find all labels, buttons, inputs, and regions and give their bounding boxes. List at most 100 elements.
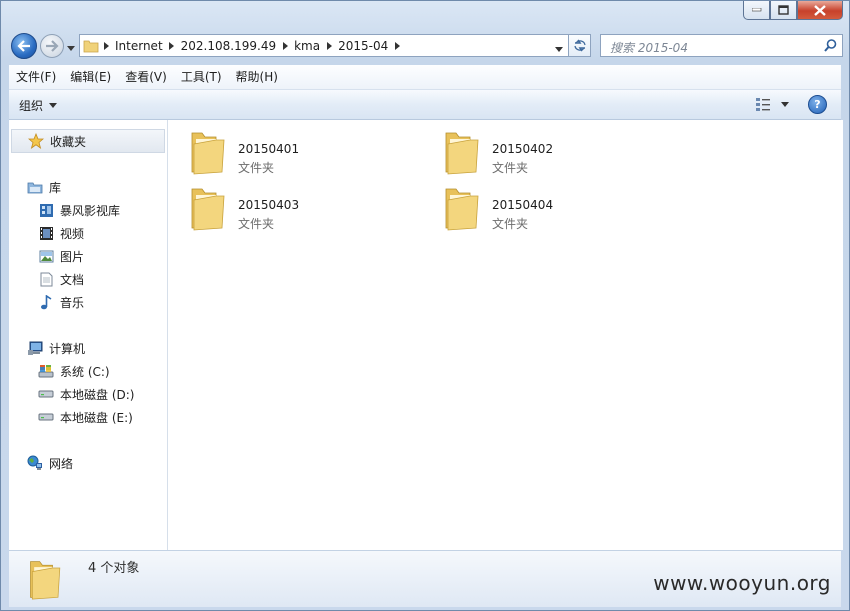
details-pane: 4 个对象 www.wooyun.org xyxy=(9,550,841,607)
explorer-window: Internet 202.108.199.49 kma 2015-04 搜索 2… xyxy=(0,0,850,611)
folder-type: 文件夹 xyxy=(492,161,529,175)
folder-type: 文件夹 xyxy=(238,217,275,231)
maximize-icon xyxy=(778,5,789,15)
nav-library-videos-label: 视频 xyxy=(60,226,85,241)
view-details-icon xyxy=(756,98,770,111)
folder-icon xyxy=(191,188,225,231)
breadcrumb-separator[interactable] xyxy=(99,41,113,50)
nav-favorites-label: 收藏夹 xyxy=(50,134,87,149)
breadcrumb-separator[interactable] xyxy=(322,41,336,50)
nav-library-documents[interactable]: 文档 xyxy=(38,269,84,289)
picture-icon xyxy=(38,248,54,264)
breadcrumb-separator[interactable] xyxy=(390,41,404,50)
chevron-right-icon xyxy=(326,41,332,50)
nav-library-baofeng[interactable]: 暴风影视库 xyxy=(38,200,120,220)
address-bar[interactable]: Internet 202.108.199.49 kma 2015-04 xyxy=(79,34,569,57)
minimize-button[interactable] xyxy=(743,1,770,20)
change-view-button[interactable] xyxy=(755,97,789,111)
network-icon xyxy=(27,455,43,471)
folder-icon xyxy=(191,132,225,175)
music-note-icon xyxy=(38,294,54,310)
nav-computer[interactable]: 计算机 xyxy=(27,338,85,358)
address-row: Internet 202.108.199.49 kma 2015-04 搜索 2… xyxy=(9,32,843,60)
item-count: 4 个对象 xyxy=(88,561,140,576)
nav-library-music[interactable]: 音乐 xyxy=(38,292,84,312)
folder-item[interactable]: 20150401 文件夹 xyxy=(186,128,426,180)
folder-type: 文件夹 xyxy=(492,217,529,231)
breadcrumb-kma[interactable]: kma xyxy=(292,35,322,56)
command-bar: 组织 ? xyxy=(9,90,841,120)
nav-drive-e[interactable]: 本地磁盘 (E:) xyxy=(38,407,133,427)
film-icon xyxy=(38,225,54,241)
folder-icon xyxy=(445,132,479,175)
watermark-text: www.wooyun.org xyxy=(653,571,831,595)
chevron-down-icon xyxy=(781,101,789,107)
folder-item[interactable]: 20150402 文件夹 xyxy=(440,128,680,180)
minimize-icon xyxy=(751,8,761,12)
menu-tools[interactable]: 工具(T) xyxy=(174,66,229,88)
refresh-button[interactable] xyxy=(569,34,591,57)
help-button[interactable]: ? xyxy=(808,95,827,114)
chevron-down-icon xyxy=(67,46,75,51)
search-box[interactable]: 搜索 2015-04 xyxy=(600,34,843,57)
folder-name: 20150404 xyxy=(492,198,554,212)
navigation-pane: 收藏夹 库 暴风影视库 视频 图片 文档 音乐 计算机 系统 (C:) 本地磁盘… xyxy=(9,120,168,550)
folder-item[interactable]: 20150403 文件夹 xyxy=(186,184,426,236)
system-drive-icon xyxy=(38,363,54,379)
chevron-right-icon xyxy=(103,41,109,50)
library-icon xyxy=(27,179,43,195)
breadcrumb-host[interactable]: 202.108.199.49 xyxy=(179,35,278,56)
folder-type: 文件夹 xyxy=(238,161,275,175)
folder-item[interactable]: 20150404 文件夹 xyxy=(440,184,680,236)
address-history-dropdown[interactable] xyxy=(555,42,564,56)
menu-bar: 文件(F) 编辑(E) 查看(V) 工具(T) 帮助(H) xyxy=(9,65,841,90)
chevron-down-icon xyxy=(49,103,58,108)
menu-help[interactable]: 帮助(H) xyxy=(229,66,285,88)
nav-drive-c-label: 系统 (C:) xyxy=(60,364,110,379)
hard-drive-icon xyxy=(38,386,54,402)
chevron-down-icon xyxy=(555,47,563,52)
arrow-right-icon xyxy=(46,40,59,52)
maximize-button[interactable] xyxy=(770,1,797,20)
nav-drive-d[interactable]: 本地磁盘 (D:) xyxy=(38,384,134,404)
breadcrumb-separator[interactable] xyxy=(278,41,292,50)
folder-name: 20150403 xyxy=(238,198,300,212)
breadcrumb-internet[interactable]: Internet xyxy=(113,35,165,56)
star-icon xyxy=(28,133,44,149)
nav-library-pictures[interactable]: 图片 xyxy=(38,246,84,266)
file-list: 20150401 文件夹 20150402 文件夹 20150403 文件夹 2… xyxy=(168,120,843,550)
organize-label: 组织 xyxy=(19,99,44,113)
chevron-right-icon xyxy=(394,41,400,50)
arrow-left-icon xyxy=(17,40,30,52)
nav-computer-label: 计算机 xyxy=(49,341,86,356)
folder-name: 20150402 xyxy=(492,142,554,156)
back-button[interactable] xyxy=(11,33,37,59)
nav-libraries[interactable]: 库 xyxy=(27,177,61,197)
close-icon xyxy=(814,4,826,16)
document-icon xyxy=(38,271,54,287)
nav-network-label: 网络 xyxy=(49,456,74,471)
breadcrumb-2015-04[interactable]: 2015-04 xyxy=(336,35,390,56)
organize-button[interactable]: 组织 xyxy=(19,97,58,114)
nav-library-pictures-label: 图片 xyxy=(60,249,85,264)
nav-library-videos[interactable]: 视频 xyxy=(38,223,84,243)
nav-library-documents-label: 文档 xyxy=(60,272,85,287)
recent-pages-button[interactable] xyxy=(67,41,76,55)
close-button[interactable] xyxy=(797,1,843,20)
nav-network[interactable]: 网络 xyxy=(27,453,73,473)
menu-file[interactable]: 文件(F) xyxy=(9,66,63,88)
menu-edit[interactable]: 编辑(E) xyxy=(63,66,118,88)
window-controls xyxy=(743,1,843,20)
breadcrumb-separator[interactable] xyxy=(165,41,179,50)
computer-icon xyxy=(27,340,43,356)
folder-icon xyxy=(83,40,99,52)
nav-drive-c[interactable]: 系统 (C:) xyxy=(38,361,110,381)
nav-favorites[interactable]: 收藏夹 xyxy=(11,129,165,153)
nav-libraries-label: 库 xyxy=(49,180,62,195)
media-library-icon xyxy=(38,202,54,218)
chevron-right-icon xyxy=(282,41,288,50)
forward-button[interactable] xyxy=(40,34,64,58)
search-input[interactable]: 搜索 2015-04 xyxy=(610,39,688,56)
search-icon[interactable] xyxy=(824,39,837,52)
menu-view[interactable]: 查看(V) xyxy=(118,66,174,88)
